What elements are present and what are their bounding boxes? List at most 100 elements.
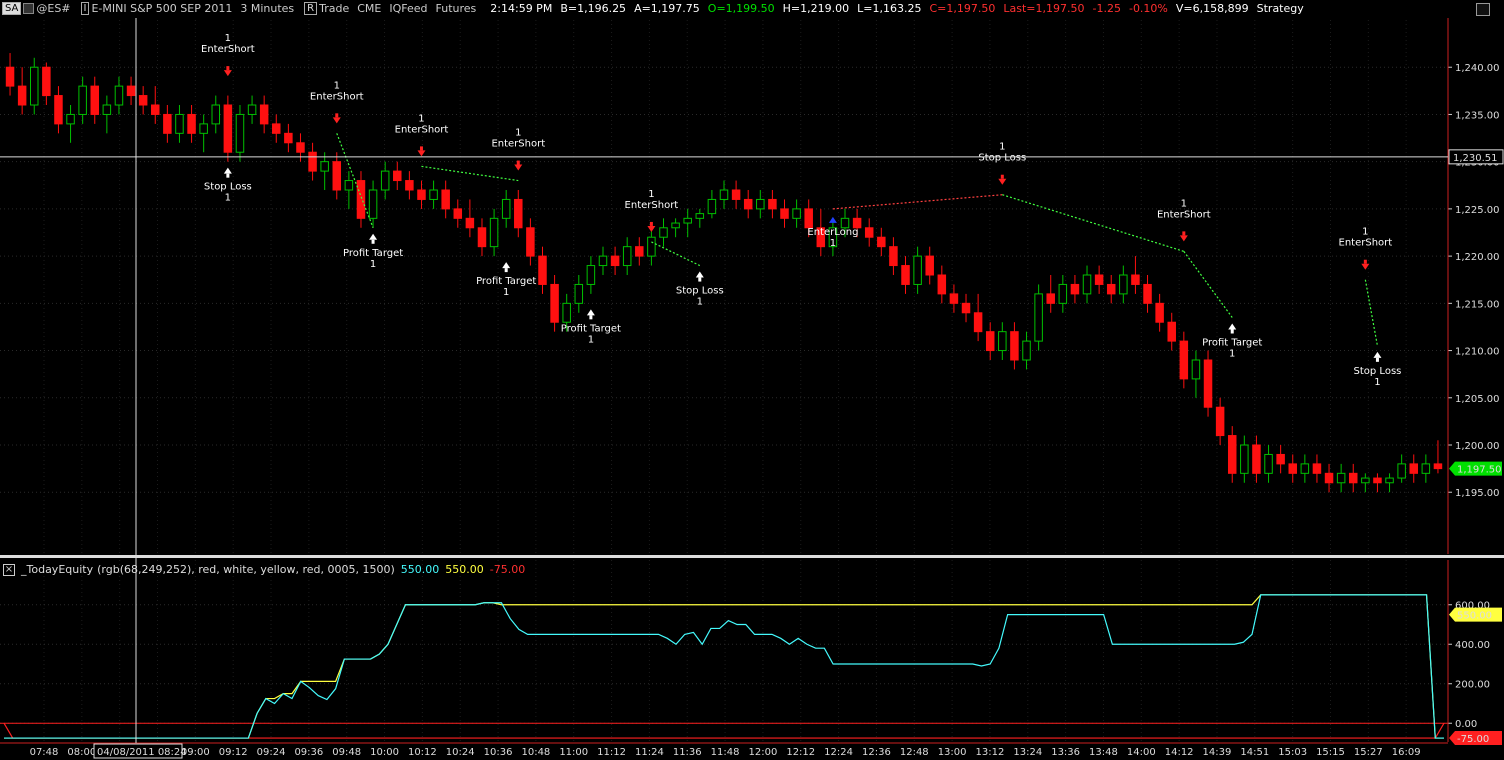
candle-body	[647, 236, 656, 257]
candle-body	[1264, 453, 1273, 474]
exit-arrow-icon	[586, 309, 595, 316]
time-tick-label: 15:15	[1316, 747, 1345, 758]
signal-qty: 1	[1181, 198, 1187, 209]
candle-body	[308, 151, 317, 172]
candle-body	[743, 198, 753, 210]
candle-body	[356, 180, 366, 219]
enter-short-arrow-icon	[332, 117, 341, 124]
exit-arrow-icon	[1373, 351, 1382, 358]
candle-body	[1397, 463, 1406, 479]
candle-body	[17, 85, 27, 106]
exit-arrow-stem	[1230, 329, 1234, 334]
time-tick-label: 12:36	[862, 747, 891, 758]
enter-short-arrow-stem	[1000, 174, 1004, 179]
exit-arrow-icon	[369, 233, 378, 240]
time-tick-label: 13:48	[1089, 747, 1118, 758]
candle-body	[66, 113, 75, 125]
candle-body	[1215, 406, 1225, 437]
candle-body	[1203, 359, 1213, 408]
candle-body	[1058, 283, 1068, 304]
candle-body	[1300, 463, 1310, 474]
candle-body	[54, 95, 63, 125]
time-tick-label: 10:24	[446, 747, 475, 758]
candle-body	[1252, 444, 1261, 474]
exit-arrow-icon	[502, 262, 511, 269]
price-grid	[0, 20, 1448, 742]
time-tick-label: 09:24	[257, 747, 286, 758]
candle-body	[42, 66, 51, 97]
signal-label: EnterShort	[625, 200, 679, 211]
equity-value-label: -75.00	[1457, 734, 1489, 745]
candle-body	[586, 265, 596, 285]
candle-body	[126, 85, 136, 97]
candle-body	[1155, 302, 1164, 323]
enter-short-arrow-icon	[514, 164, 523, 171]
signal-label: EnterShort	[1157, 209, 1211, 220]
time-tick-label: 12:12	[786, 747, 815, 758]
exit-arrow-icon	[1228, 323, 1237, 330]
candle-body	[622, 246, 632, 267]
chart-canvas[interactable]: EnterShort1Stop Loss1EnterShort1Profit T…	[0, 0, 1504, 760]
enter-long-arrow-icon	[828, 216, 837, 223]
candle-body	[538, 255, 547, 285]
candle-body	[465, 217, 475, 229]
candle-body	[804, 208, 813, 229]
candle-body	[1227, 435, 1237, 474]
candle-body	[973, 312, 983, 333]
trade-path-line	[336, 133, 374, 228]
candle-body	[1034, 293, 1043, 342]
signal-qty: 1	[1362, 227, 1368, 238]
candle-body	[635, 246, 644, 257]
signal-label: Stop Loss	[1354, 366, 1402, 377]
equity-grid	[0, 604, 1448, 724]
time-tick-label: 11:48	[711, 747, 740, 758]
candle-body	[1361, 477, 1370, 484]
signal-label: Profit Target	[561, 323, 621, 334]
candle-body	[756, 198, 765, 210]
candle-body	[1373, 477, 1382, 484]
signal-qty: 1	[225, 33, 231, 44]
signal-label: Profit Target	[476, 276, 536, 287]
candle-body	[284, 132, 293, 144]
candle-body	[405, 180, 414, 191]
candle-body	[719, 189, 729, 200]
candle-body	[187, 113, 196, 134]
exit-arrow-stem	[1375, 357, 1379, 362]
indicator-close-icon[interactable]: ×	[3, 563, 15, 576]
time-tick-label: 13:00	[938, 747, 967, 758]
price-tick-label: 1,205.00	[1455, 394, 1500, 405]
price-tick-label: 1,200.00	[1455, 441, 1500, 452]
candle-body	[550, 283, 559, 323]
price-tick-label: 1,215.00	[1455, 299, 1500, 310]
candle-body	[151, 104, 160, 115]
pane-separator[interactable]	[0, 555, 1504, 558]
exit-arrow-stem	[698, 277, 702, 282]
time-tick-label: 12:48	[900, 747, 929, 758]
candle-body	[453, 208, 463, 219]
candle-body	[138, 95, 148, 106]
candle-body	[441, 189, 450, 210]
time-tick-label: 11:24	[635, 747, 664, 758]
candle-body	[1179, 340, 1189, 380]
candle-body	[1409, 463, 1418, 474]
candle-body	[514, 198, 523, 229]
candle-body	[901, 265, 910, 285]
candle-body	[199, 123, 208, 134]
time-tick-label: 11:12	[597, 747, 626, 758]
signal-label: EnterShort	[310, 91, 364, 102]
candle-body	[1010, 331, 1019, 361]
time-tick-label: 13:36	[1051, 747, 1080, 758]
signal-qty: 1	[697, 297, 703, 308]
candle-body	[247, 104, 257, 115]
time-tick-label: 08:00	[67, 747, 96, 758]
time-tick-label: 11:00	[559, 747, 588, 758]
trade-path-line	[651, 241, 701, 267]
time-tick-label: 07:48	[30, 747, 59, 758]
enter-short-arrow-stem	[1182, 231, 1186, 236]
exit-arrow-stem	[371, 239, 375, 244]
equity-tick-label: 400.00	[1455, 640, 1490, 651]
candle-body	[683, 217, 692, 224]
time-tick-label: 09:48	[332, 747, 361, 758]
candle-body	[163, 113, 172, 134]
candle-body	[296, 142, 305, 153]
